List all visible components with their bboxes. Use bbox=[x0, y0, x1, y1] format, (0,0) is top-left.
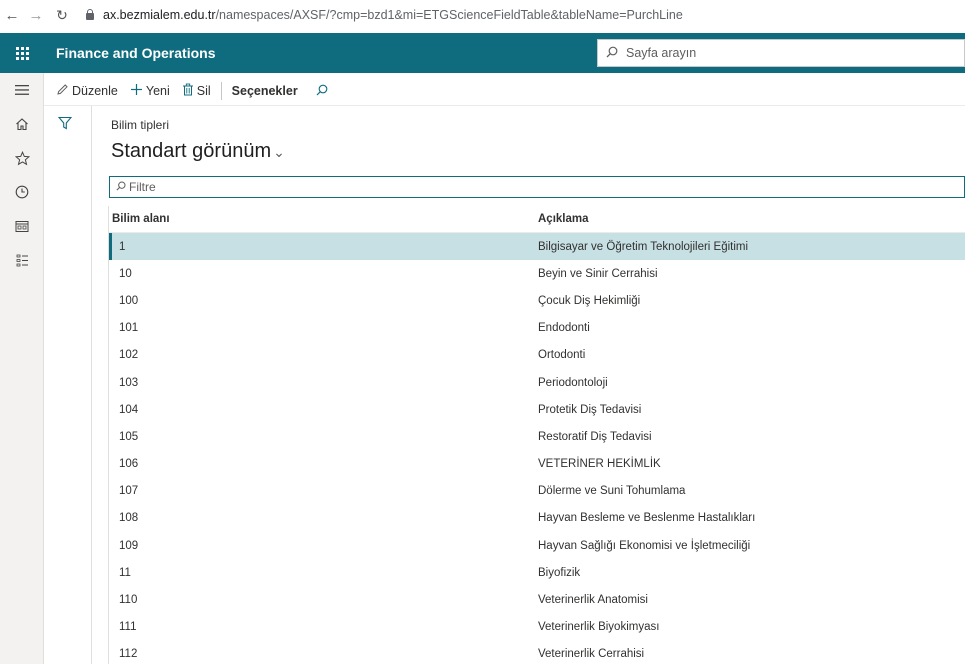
address-bar[interactable]: ax.bezmialem.edu.tr/namespaces/AXSF/?cmp… bbox=[103, 8, 683, 22]
search-icon bbox=[606, 46, 618, 61]
page-search-input[interactable]: Sayfa arayın bbox=[597, 39, 965, 67]
view-selector[interactable]: Standart görünüm ⌄ bbox=[111, 140, 285, 163]
cell-description: Beyin ve Sinir Cerrahisi bbox=[538, 267, 658, 280]
favorites-star-icon[interactable] bbox=[0, 141, 44, 175]
cell-code: 10 bbox=[119, 267, 132, 280]
lock-icon bbox=[85, 9, 95, 21]
table-row[interactable]: 10 Beyin ve Sinir Cerrahisi bbox=[109, 260, 965, 287]
table-row[interactable]: 110 Veterinerlik Anatomisi bbox=[109, 586, 965, 613]
view-name: Standart görünüm bbox=[111, 140, 272, 162]
action-pane: Düzenle Yeni Sil Seçenekler bbox=[44, 76, 965, 106]
trash-icon bbox=[182, 83, 194, 99]
app-launcher-icon[interactable] bbox=[0, 33, 44, 73]
cell-description: Veterinerlik Cerrahisi bbox=[538, 648, 645, 661]
cell-description: Biyofizik bbox=[538, 566, 581, 579]
page-caption: Bilim tipleri bbox=[111, 118, 170, 132]
cell-code: 104 bbox=[119, 403, 139, 416]
delete-button[interactable]: Sil bbox=[176, 76, 217, 106]
cell-code: 111 bbox=[119, 621, 137, 634]
search-icon bbox=[316, 83, 328, 99]
cell-code: 103 bbox=[119, 376, 139, 389]
options-label: Seçenekler bbox=[231, 83, 298, 98]
table-row[interactable]: 109 Hayvan Sağlığı Ekonomisi ve İşletmec… bbox=[109, 532, 965, 559]
table-row[interactable]: 1 Bilgisayar ve Öğretim Teknolojileri Eğ… bbox=[109, 233, 965, 261]
action-separator bbox=[220, 81, 222, 100]
search-icon bbox=[116, 181, 126, 194]
filter-pane-column bbox=[44, 106, 92, 664]
table-row[interactable]: 101 Endodonti bbox=[109, 315, 965, 342]
table-row[interactable]: 100 Çocuk Diş Hekimliği bbox=[109, 287, 965, 314]
forward-arrow-icon[interactable]: → bbox=[27, 7, 45, 24]
back-arrow-icon[interactable]: ← bbox=[3, 7, 21, 24]
column-header-description[interactable]: Açıklama bbox=[538, 213, 965, 225]
data-grid: Bilim alanı Açıklama 1 Bilgisayar ve Öğr… bbox=[109, 206, 965, 668]
cell-description: Hayvan Besleme ve Beslenme Hastalıkları bbox=[538, 512, 756, 525]
options-button[interactable]: Seçenekler bbox=[226, 76, 304, 106]
edit-button[interactable]: Düzenle bbox=[44, 76, 124, 106]
table-row[interactable]: 104 Protetik Diş Tedavisi bbox=[109, 396, 965, 423]
table-row[interactable]: 107 Dölerme ve Suni Tohumlama bbox=[109, 478, 965, 505]
cell-description: Dölerme ve Suni Tohumlama bbox=[538, 485, 686, 498]
reload-icon[interactable]: ↻ bbox=[53, 7, 71, 24]
cell-description: Ortodonti bbox=[538, 349, 586, 362]
workspaces-icon[interactable] bbox=[0, 209, 44, 243]
cell-description: Bilgisayar ve Öğretim Teknolojileri Eğit… bbox=[538, 240, 749, 253]
column-header-science-field[interactable]: Bilim alanı bbox=[109, 213, 538, 225]
cell-code: 109 bbox=[119, 539, 139, 552]
table-row[interactable]: 102 Ortodonti bbox=[109, 342, 965, 369]
navigation-pane bbox=[0, 73, 44, 664]
app-header: Finance and Operations Sayfa arayın bbox=[0, 33, 965, 73]
grid-filter-input[interactable]: Filtre bbox=[109, 176, 965, 198]
edit-label: Düzenle bbox=[72, 83, 118, 98]
browser-toolbar: ← → ↻ ax.bezmialem.edu.tr/namespaces/AXS… bbox=[0, 0, 965, 30]
plus-icon bbox=[130, 83, 143, 99]
filter-placeholder: Filtre bbox=[129, 180, 156, 194]
chevron-down-icon: ⌄ bbox=[273, 144, 285, 160]
cell-description: Periodontoloji bbox=[538, 376, 608, 389]
search-placeholder: Sayfa arayın bbox=[626, 46, 697, 60]
grid-header: Bilim alanı Açıklama bbox=[109, 206, 965, 233]
cell-code: 100 bbox=[119, 294, 139, 307]
modules-list-icon[interactable] bbox=[0, 243, 44, 277]
new-label: Yeni bbox=[145, 83, 170, 98]
app-name[interactable]: Finance and Operations bbox=[56, 45, 215, 61]
cell-description: Endodonti bbox=[538, 322, 590, 335]
table-row[interactable]: 108 Hayvan Besleme ve Beslenme Hastalıkl… bbox=[109, 505, 965, 532]
cell-code: 1 bbox=[119, 240, 126, 253]
cell-code: 11 bbox=[119, 566, 131, 579]
cell-code: 112 bbox=[119, 648, 138, 661]
table-row[interactable]: 11 Biyofizik bbox=[109, 559, 965, 586]
delete-label: Sil bbox=[196, 83, 211, 98]
cell-description: VETERİNER HEKİMLİK bbox=[538, 458, 661, 471]
cell-description: Çocuk Diş Hekimliği bbox=[538, 294, 641, 307]
filter-funnel-icon[interactable] bbox=[57, 116, 73, 135]
url-path: /namespaces/AXSF/?cmp=bzd1&mi=ETGScience… bbox=[215, 8, 683, 22]
recent-clock-icon[interactable] bbox=[0, 175, 44, 209]
hamburger-menu-icon[interactable] bbox=[0, 73, 44, 107]
cell-description: Veterinerlik Biyokimyası bbox=[538, 621, 660, 634]
new-button[interactable]: Yeni bbox=[124, 76, 176, 106]
action-search-button[interactable] bbox=[304, 76, 337, 106]
cell-code: 107 bbox=[119, 485, 139, 498]
home-icon[interactable] bbox=[0, 107, 44, 141]
pencil-icon bbox=[56, 83, 69, 99]
cell-code: 108 bbox=[119, 512, 139, 525]
cell-description: Veterinerlik Anatomisi bbox=[538, 594, 648, 607]
cell-description: Restoratif Diş Tedavisi bbox=[538, 430, 652, 443]
cell-code: 110 bbox=[119, 594, 138, 607]
cell-description: Hayvan Sağlığı Ekonomisi ve İşletmeciliğ… bbox=[538, 539, 751, 552]
cell-code: 106 bbox=[119, 458, 139, 471]
table-row[interactable]: 111 Veterinerlik Biyokimyası bbox=[109, 614, 965, 641]
url-host: ax.bezmialem.edu.tr bbox=[103, 8, 216, 22]
cell-code: 101 bbox=[119, 322, 139, 335]
table-row[interactable]: 105 Restoratif Diş Tedavisi bbox=[109, 423, 965, 450]
table-row[interactable]: 103 Periodontoloji bbox=[109, 369, 965, 396]
cell-code: 102 bbox=[119, 349, 139, 362]
table-row[interactable]: 106 VETERİNER HEKİMLİK bbox=[109, 451, 965, 478]
cell-description: Protetik Diş Tedavisi bbox=[538, 403, 642, 416]
cell-code: 105 bbox=[119, 430, 139, 443]
